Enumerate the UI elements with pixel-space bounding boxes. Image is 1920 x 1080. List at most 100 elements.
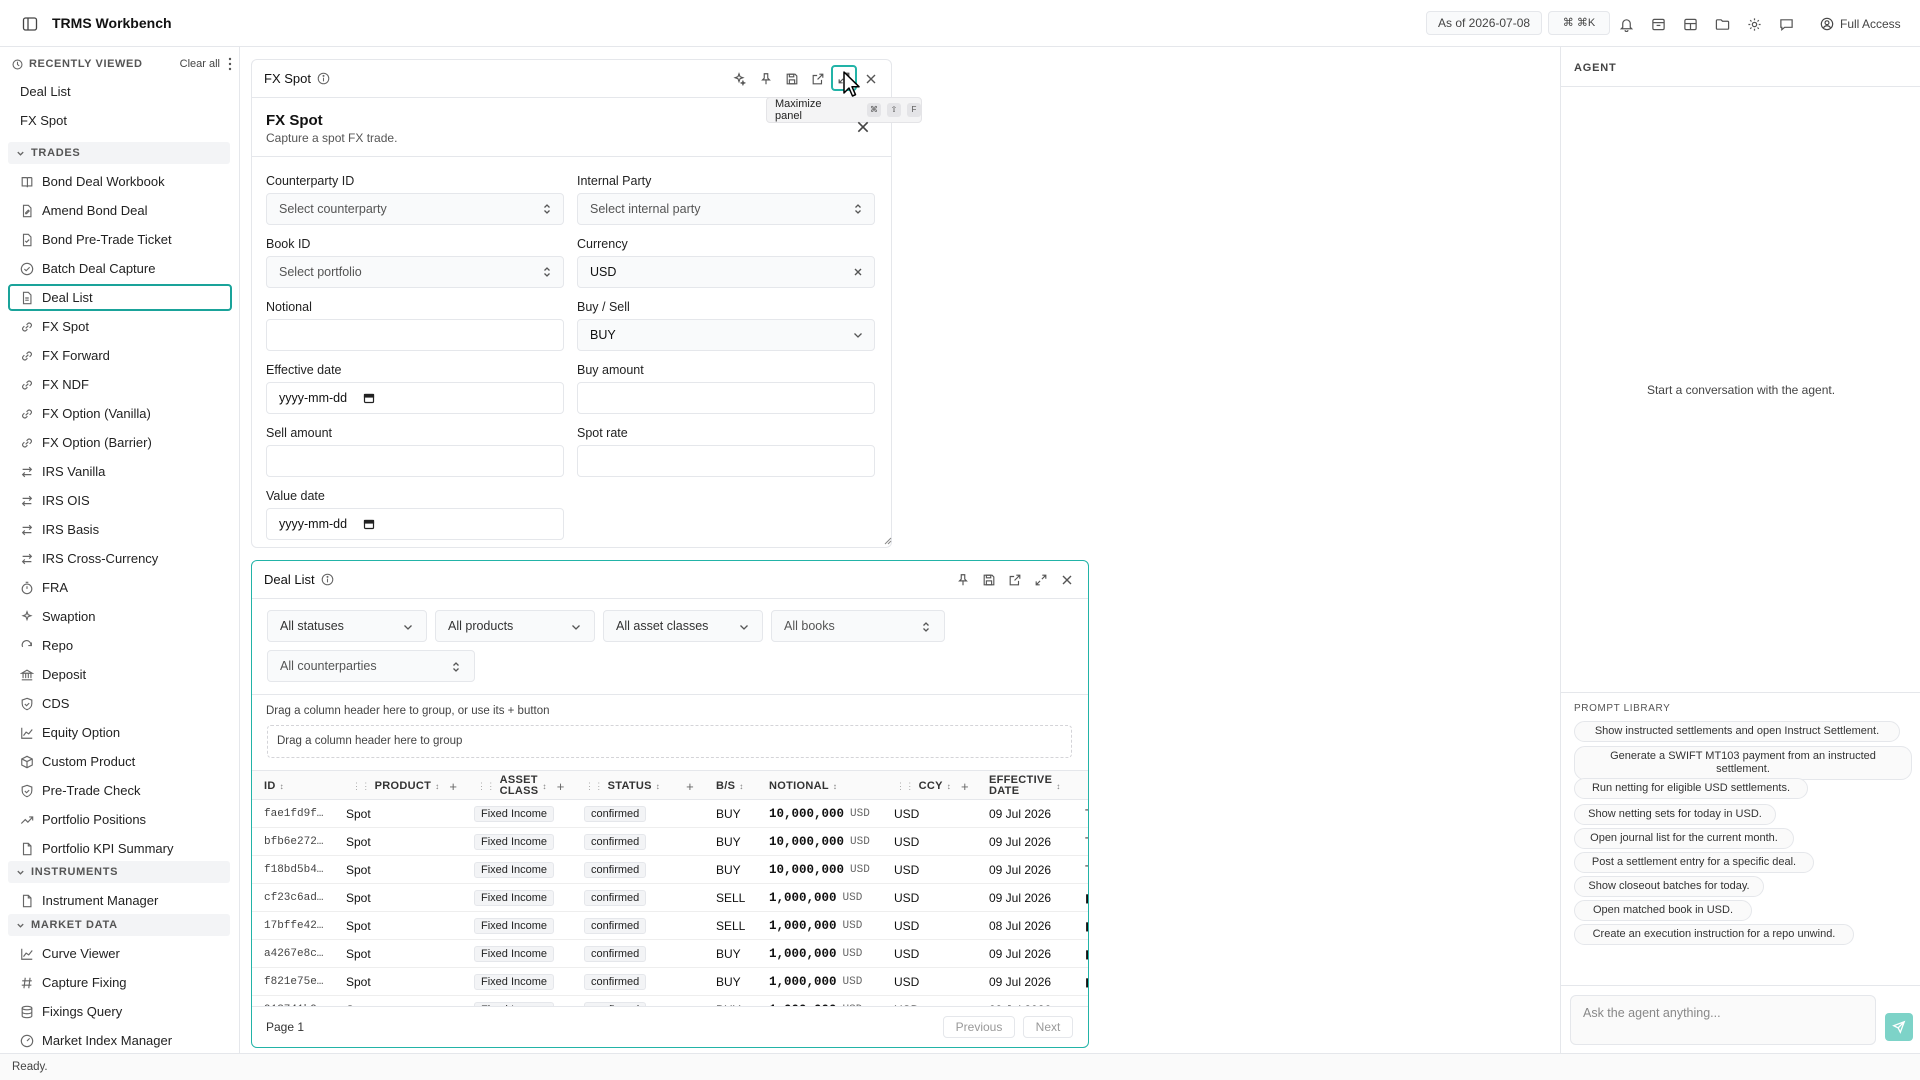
group-add-icon[interactable]: + xyxy=(449,779,457,794)
value-date-input[interactable]: yyyy-mm-dd xyxy=(266,508,564,540)
table-row[interactable]: cf23c6ad… Spot Fixed Income confirmed SELL 1,… xyxy=(252,884,1088,912)
internal-party-select[interactable]: Select internal party xyxy=(577,193,875,225)
notional-input[interactable] xyxy=(266,319,564,351)
clear-icon[interactable] xyxy=(852,266,864,278)
calendar-icon[interactable] xyxy=(363,392,375,404)
close-icon[interactable] xyxy=(862,70,880,88)
prompt-chip[interactable]: Open matched book in USD. xyxy=(1574,900,1752,921)
sidebar-item-amend-bond-deal[interactable]: Amend Bond Deal xyxy=(8,197,232,224)
sidebar-item-custom-product[interactable]: Custom Product xyxy=(8,748,232,775)
chat-icon[interactable] xyxy=(1776,14,1796,34)
column-header-id[interactable]: ID ↕ xyxy=(264,771,284,801)
external-link-icon[interactable] xyxy=(1006,571,1024,589)
table-row[interactable]: bfb6e272… Spot Fixed Income confirmed BUY 10,… xyxy=(252,828,1088,856)
sidebar-item-fra[interactable]: FRA xyxy=(8,574,232,601)
column-header-notional[interactable]: NOTIONAL ↕ xyxy=(769,771,837,801)
inbox-icon[interactable] xyxy=(1648,14,1668,34)
drag-handle-icon[interactable]: ⋮⋮ xyxy=(585,781,604,792)
agent-input[interactable]: Ask the agent anything... xyxy=(1570,995,1876,1045)
sidebar-item-bond-deal-workbook[interactable]: Bond Deal Workbook xyxy=(8,168,232,195)
sidebar-item-fx-spot[interactable]: FX Spot xyxy=(8,313,232,340)
sidebar-item-pre-trade-check[interactable]: Pre-Trade Check xyxy=(8,777,232,804)
status-filter[interactable]: All statuses xyxy=(267,610,427,642)
external-link-icon[interactable] xyxy=(809,70,827,88)
info-icon[interactable] xyxy=(321,573,334,586)
clear-all-button[interactable]: Clear all xyxy=(180,58,220,70)
save-icon[interactable] xyxy=(980,571,998,589)
sidebar-item-bond-pre-trade-ticket[interactable]: Bond Pre-Trade Ticket xyxy=(8,226,232,253)
counterparty-filter[interactable]: All counterparties xyxy=(267,650,475,682)
section-instruments[interactable]: INSTRUMENTS xyxy=(8,861,230,883)
sidebar-item-capture-fixing[interactable]: Capture Fixing xyxy=(8,969,232,996)
sidebar-item-portfolio-positions[interactable]: Portfolio Positions xyxy=(8,806,232,833)
group-add-icon[interactable]: + xyxy=(961,779,969,794)
send-button[interactable] xyxy=(1885,1013,1913,1041)
sidebar-item-deal-list[interactable]: Deal List xyxy=(8,284,232,311)
asset-class-filter[interactable]: All asset classes xyxy=(603,610,763,642)
as-of-date-button[interactable]: As of 2026-07-08 xyxy=(1426,11,1543,35)
sell-amount-input[interactable] xyxy=(266,445,564,477)
spot-rate-input[interactable] xyxy=(577,445,875,477)
table-row[interactable]: 918741b9… Spot Fixed Income confirmed BUY 1,0… xyxy=(252,996,1088,1006)
prompt-chip[interactable]: Run netting for eligible USD settlements… xyxy=(1574,778,1808,799)
access-button[interactable]: Full Access xyxy=(1820,14,1901,34)
drag-handle-icon[interactable]: ⋮⋮ xyxy=(352,781,371,792)
column-header-bs[interactable]: B/S ↕ xyxy=(716,771,744,801)
book-id-select[interactable]: Select portfolio xyxy=(266,256,564,288)
sidebar-item-irs-basis[interactable]: IRS Basis xyxy=(8,516,232,543)
group-add-icon[interactable]: + xyxy=(686,779,694,794)
close-form-icon[interactable] xyxy=(856,120,870,134)
sidebar-item-deposit[interactable]: Deposit xyxy=(8,661,232,688)
column-header-ccy[interactable]: ⋮⋮ CCY ↕ + xyxy=(896,771,969,801)
section-trades[interactable]: TRADES xyxy=(8,142,230,164)
sidebar-item-swaption[interactable]: Swaption xyxy=(8,603,232,630)
group-drop-zone[interactable]: Drag a column header here to group xyxy=(267,725,1072,758)
layout-icon[interactable] xyxy=(1680,14,1700,34)
sidebar-item-fx-forward[interactable]: FX Forward xyxy=(8,342,232,369)
sidebar-item-equity-option[interactable]: Equity Option xyxy=(8,719,232,746)
sidebar-item-batch-deal-capture[interactable]: Batch Deal Capture xyxy=(8,255,232,282)
table-row[interactable]: 17bffe42… Spot Fixed Income confirmed SELL 1,… xyxy=(252,912,1088,940)
sidebar-item-fixings-query[interactable]: Fixings Query xyxy=(8,998,232,1025)
buy-sell-select[interactable]: BUY xyxy=(577,319,875,351)
info-icon[interactable] xyxy=(317,72,330,85)
sidebar-item-portfolio-kpi-summary[interactable]: Portfolio KPI Summary xyxy=(8,835,232,862)
currency-select[interactable]: USD xyxy=(577,256,875,288)
prompt-chip[interactable]: Show instructed settlements and open Ins… xyxy=(1574,721,1900,742)
column-header-product[interactable]: ⋮⋮ PRODUCT ↕ + xyxy=(352,771,457,801)
sidebar-item-repo[interactable]: Repo xyxy=(8,632,232,659)
sidebar-item-instrument-manager[interactable]: Instrument Manager xyxy=(8,887,232,914)
sidebar-item-irs-ois[interactable]: IRS OIS xyxy=(8,487,232,514)
sparkles-icon[interactable] xyxy=(730,70,748,88)
sidebar-item-fx-option-barrier[interactable]: FX Option (Barrier) xyxy=(8,429,232,456)
counterparty-select[interactable]: Select counterparty xyxy=(266,193,564,225)
prompt-chip[interactable]: Show netting sets for today in USD. xyxy=(1574,804,1776,825)
column-header-status[interactable]: ⋮⋮ STATUS ↕ + xyxy=(585,771,694,801)
sidebar-item-fx-ndf[interactable]: FX NDF xyxy=(8,371,232,398)
book-filter[interactable]: All books xyxy=(771,610,945,642)
pin-icon[interactable] xyxy=(757,70,775,88)
table-row[interactable]: f821e75e… Spot Fixed Income confirmed BUY 1,0… xyxy=(252,968,1088,996)
previous-page-button[interactable]: Previous xyxy=(943,1016,1015,1038)
group-add-icon[interactable]: + xyxy=(557,780,565,793)
resize-handle-icon[interactable] xyxy=(884,537,892,545)
column-header-asset-class[interactable]: ⋮⋮ ASSET CLASS ↕ + xyxy=(477,771,565,801)
sidebar-item-curve-viewer[interactable]: Curve Viewer xyxy=(8,940,232,967)
next-page-button[interactable]: Next xyxy=(1023,1016,1073,1038)
drag-handle-icon[interactable]: ⋮⋮ xyxy=(477,781,496,792)
recent-item-fx-spot[interactable]: FX Spot xyxy=(20,113,67,128)
prompt-chip[interactable]: Generate a SWIFT MT103 payment from an i… xyxy=(1574,746,1912,780)
table-row[interactable]: f18bd5b4… Spot Fixed Income confirmed BUY 10,… xyxy=(252,856,1088,884)
table-row[interactable]: fae1fd9f… Spot Fixed Income confirmed BUY 10,… xyxy=(252,800,1088,828)
sidebar-item-fx-option-vanilla[interactable]: FX Option (Vanilla) xyxy=(8,400,232,427)
command-palette-button[interactable]: ⌘ ⌘K xyxy=(1548,11,1610,35)
prompt-chip[interactable]: Open journal list for the current month. xyxy=(1574,828,1794,849)
recent-item-deal-list[interactable]: Deal List xyxy=(20,84,71,99)
close-icon[interactable] xyxy=(1058,571,1076,589)
product-filter[interactable]: All products xyxy=(435,610,595,642)
folder-icon[interactable] xyxy=(1712,14,1732,34)
sidebar-item-cds[interactable]: CDS xyxy=(8,690,232,717)
prompt-chip[interactable]: Show closeout batches for today. xyxy=(1574,876,1764,897)
table-row[interactable]: a4267e8c… Spot Fixed Income confirmed BUY 1,0… xyxy=(252,940,1088,968)
calendar-icon[interactable] xyxy=(363,518,375,530)
